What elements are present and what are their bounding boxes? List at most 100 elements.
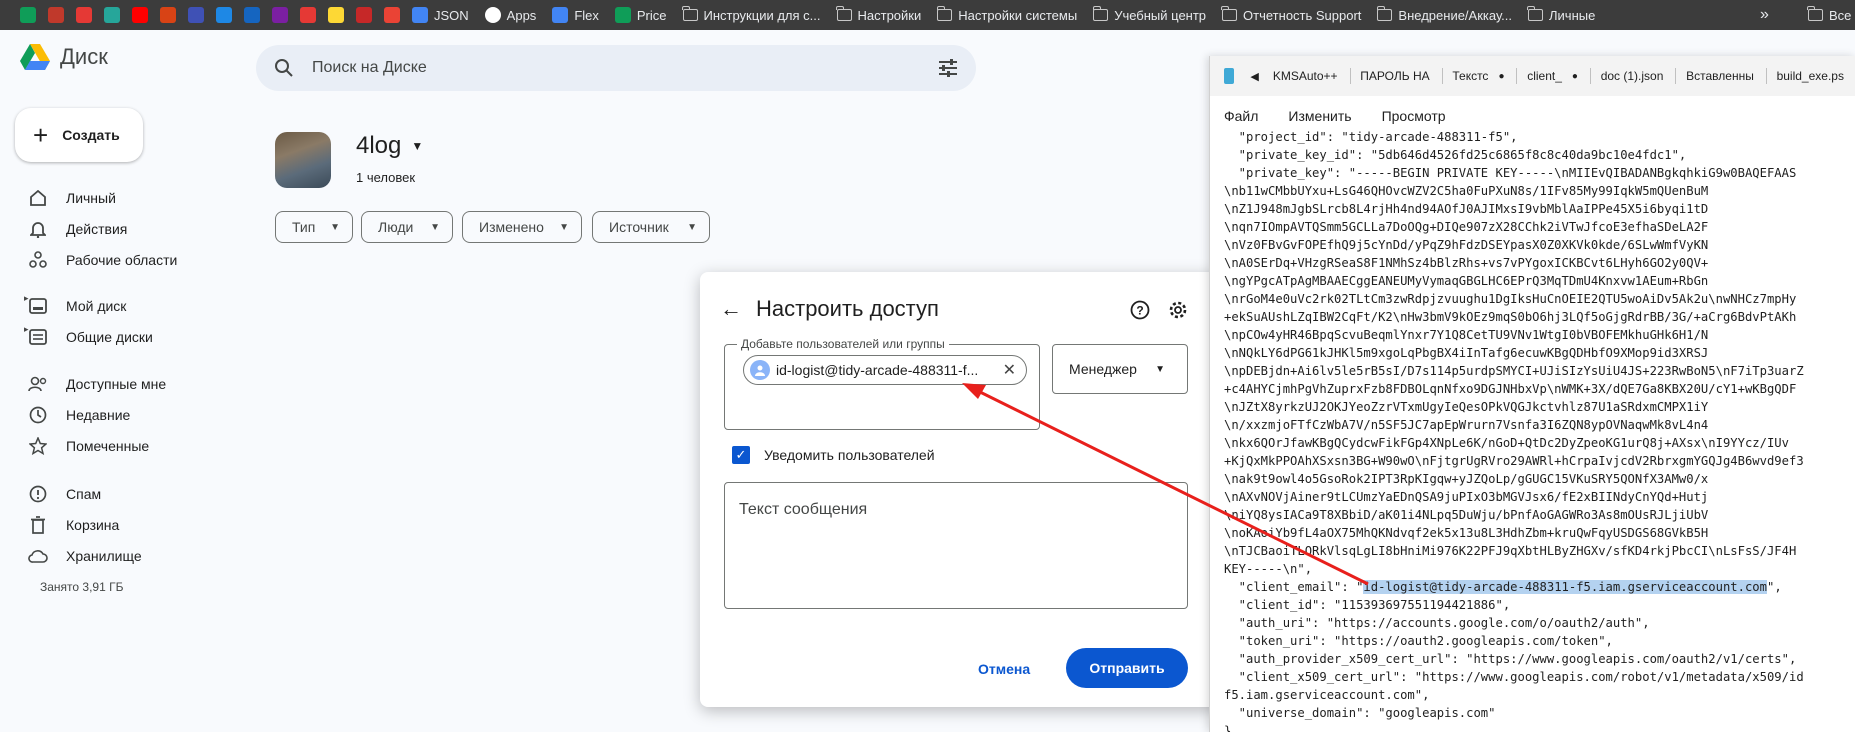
notepad-tab[interactable]: build_exe.ps — [1777, 69, 1844, 83]
sidebar-item-recent[interactable]: Недавние — [26, 403, 130, 427]
notepad-tab[interactable]: doc (1).json — [1601, 69, 1664, 83]
caret-down-icon: ▼ — [1155, 363, 1165, 375]
role-select[interactable]: Менеджер ▼ — [1052, 344, 1188, 394]
svg-text:?: ? — [1136, 304, 1143, 318]
doc-icon — [552, 7, 569, 23]
bookmark-folder[interactable]: Настройки системы — [936, 6, 1077, 23]
text-line: \n/xxzmjoFTfCzWbA7V/n5SF5JC7apEpWrurn7Vs… — [1224, 418, 1709, 432]
create-button[interactable]: + Создать — [15, 108, 143, 162]
text-line: \noKAoiYb9fL4aOX75MhQKNdvqf2ek5x13u8L3Hd… — [1224, 526, 1709, 540]
cloud-icon — [26, 547, 50, 565]
notepad-icon — [1224, 68, 1235, 84]
search-icon[interactable] — [274, 58, 294, 78]
workspaces-icon — [26, 251, 50, 269]
text-line: \nJZtX8yrkzUJ2OKJYeoZzrVTxmUgyIeQesOPkVQ… — [1224, 400, 1709, 414]
text-line: +c4AHYCjmhPgVhZuprxFzb8FDBOLqnNfxo9DGJNH… — [1224, 382, 1797, 396]
text-line: \ngYPgcATpAgMBAAECggEANEUMyVymaqGBGLHC6E… — [1224, 274, 1709, 288]
drive-logo[interactable]: Диск — [20, 44, 108, 70]
text-line: "universe_domain": "googleapis.com" — [1224, 706, 1496, 720]
filter-source[interactable]: Источник ▼ — [592, 211, 710, 243]
notepad-tab[interactable]: Текстс ● — [1452, 69, 1504, 83]
notepad-text-area[interactable]: "project_id": "tidy-arcade-488311-f5", "… — [1224, 128, 1855, 732]
drive-logo-icon — [20, 44, 50, 70]
text-line: \npDEBjdn+Ai6lv5le5rB5sI/D7s114p5urdpSMY… — [1224, 364, 1804, 378]
bookmark-folder[interactable]: Личные — [1527, 6, 1595, 23]
bookmarks-overflow-button[interactable]: » — [1760, 0, 1769, 30]
sidebar-item-spam[interactable]: Спам — [26, 482, 101, 506]
gear-icon[interactable] — [1168, 300, 1188, 320]
bookmark-favicon-icon[interactable] — [76, 7, 92, 23]
filter-type[interactable]: Тип ▼ — [275, 211, 353, 243]
bookmark-folder[interactable]: Учебный центр — [1092, 6, 1206, 23]
bookmark-favicon-icon[interactable] — [20, 7, 36, 23]
text-line: \nVz0FBvGvFOPEfhQ9j5cYnDd/yPqZ9hFdzDSEYp… — [1224, 238, 1709, 252]
scroll-left-icon[interactable]: ◀ — [1250, 70, 1258, 83]
bookmark-favicon-icon[interactable] — [328, 7, 344, 23]
search-input[interactable]: Поиск на Диске — [312, 59, 427, 77]
bookmark-folder[interactable]: Отчетность Support — [1221, 6, 1361, 23]
sidebar-item-home[interactable]: Личный — [26, 186, 116, 210]
bookmark-folder[interactable]: Инструкции для с... — [681, 6, 821, 23]
folder-title[interactable]: 4log ▼ — [356, 132, 423, 160]
bookmark-favicon-icon[interactable] — [104, 7, 120, 23]
sidebar-item-my-drive[interactable]: Мой диск — [26, 294, 126, 318]
bookmark-favicon-icon[interactable] — [216, 7, 232, 23]
close-icon[interactable]: ✕ — [1003, 360, 1016, 380]
bookmark-favicon-icon[interactable] — [356, 7, 372, 23]
bookmark-folder[interactable]: Внедрение/Аккау... — [1376, 6, 1512, 23]
sidebar-item-storage[interactable]: Хранилище — [26, 544, 142, 568]
sidebar-item-shared-with-me[interactable]: Доступные мне — [26, 372, 166, 396]
folder-icon — [936, 6, 953, 21]
bookmark-favicon-icon[interactable] — [160, 7, 176, 23]
bookmark-favicon-icon[interactable] — [48, 7, 64, 23]
add-people-field[interactable]: Добавьте пользователей или группы id-log… — [724, 337, 1040, 430]
cancel-button[interactable]: Отмена — [966, 650, 1042, 688]
plus-icon: + — [33, 120, 49, 150]
folder-icon — [1527, 6, 1543, 21]
notepad-tab[interactable]: Вставленны — [1686, 69, 1754, 83]
search-bar[interactable]: Поиск на Диске — [256, 45, 976, 91]
sidebar-item-workspaces[interactable]: Рабочие области — [26, 248, 177, 272]
checkbox-icon — [412, 7, 428, 23]
text-line: \nNQkLY6dPG61kJHKl5m9xgoLqPbgBX4iInTafg6… — [1224, 346, 1709, 360]
bookmark-favicon-icon[interactable] — [300, 7, 316, 23]
back-arrow-icon[interactable]: ← — [720, 296, 742, 322]
message-textarea[interactable]: Текст сообщения — [724, 482, 1188, 609]
filter-modified[interactable]: Изменено ▼ — [462, 211, 582, 243]
sidebar-item-shared-drives[interactable]: Общие диски — [26, 325, 153, 349]
bookmark-favicon-icon[interactable] — [272, 7, 288, 23]
sidebar-item-activity[interactable]: Действия — [26, 217, 127, 241]
bell-icon — [26, 220, 50, 238]
menu-edit[interactable]: Изменить — [1288, 108, 1351, 124]
menu-file[interactable]: Файл — [1224, 108, 1258, 124]
filter-people[interactable]: Люди ▼ — [361, 211, 453, 243]
notify-checkbox[interactable]: ✓ — [732, 446, 750, 464]
sidebar-item-trash[interactable]: Корзина — [26, 513, 119, 537]
notepad-window: ◀ KMSAuto++ ПАРОЛЬ НА Текстс ● client_ ● d… — [1209, 56, 1855, 732]
bookmark-apps[interactable]: Apps — [484, 7, 536, 23]
help-icon[interactable]: ? — [1130, 300, 1150, 320]
search-options-icon[interactable] — [938, 59, 958, 77]
bookmark-price[interactable]: Price — [614, 7, 667, 23]
bookmark-folder-all[interactable]: Все — [1807, 0, 1851, 30]
gmail-icon[interactable] — [384, 7, 400, 23]
sidebar-item-starred[interactable]: Помеченные — [26, 434, 149, 458]
notepad-tab[interactable]: ПАРОЛЬ НА — [1360, 69, 1429, 83]
highlighted-selection: id-logist@tidy-arcade-488311-f5.iam.gser… — [1363, 580, 1767, 594]
text-line: "client_id": "115393697551194421886", — [1224, 598, 1511, 612]
notepad-tab[interactable]: KMSAuto++ — [1273, 69, 1338, 83]
folder-icon — [681, 6, 698, 21]
bookmark-flex[interactable]: Flex — [552, 7, 599, 23]
bookmark-json[interactable]: JSON — [412, 7, 469, 23]
bookmark-favicon-icon[interactable] — [188, 7, 204, 23]
people-icon — [26, 375, 50, 393]
bookmark-favicon-icon[interactable] — [244, 7, 260, 23]
menu-view[interactable]: Просмотр — [1382, 108, 1446, 124]
trash-icon — [26, 516, 50, 534]
bookmark-folder[interactable]: Настройки — [835, 6, 921, 23]
notepad-tab[interactable]: client_ ● — [1527, 69, 1578, 83]
caret-down-icon: ▼ — [559, 221, 569, 233]
user-chip[interactable]: id-logist@tidy-arcade-488311-f... ✕ — [743, 355, 1027, 385]
send-button[interactable]: Отправить — [1066, 648, 1188, 688]
youtube-icon[interactable] — [132, 7, 148, 23]
